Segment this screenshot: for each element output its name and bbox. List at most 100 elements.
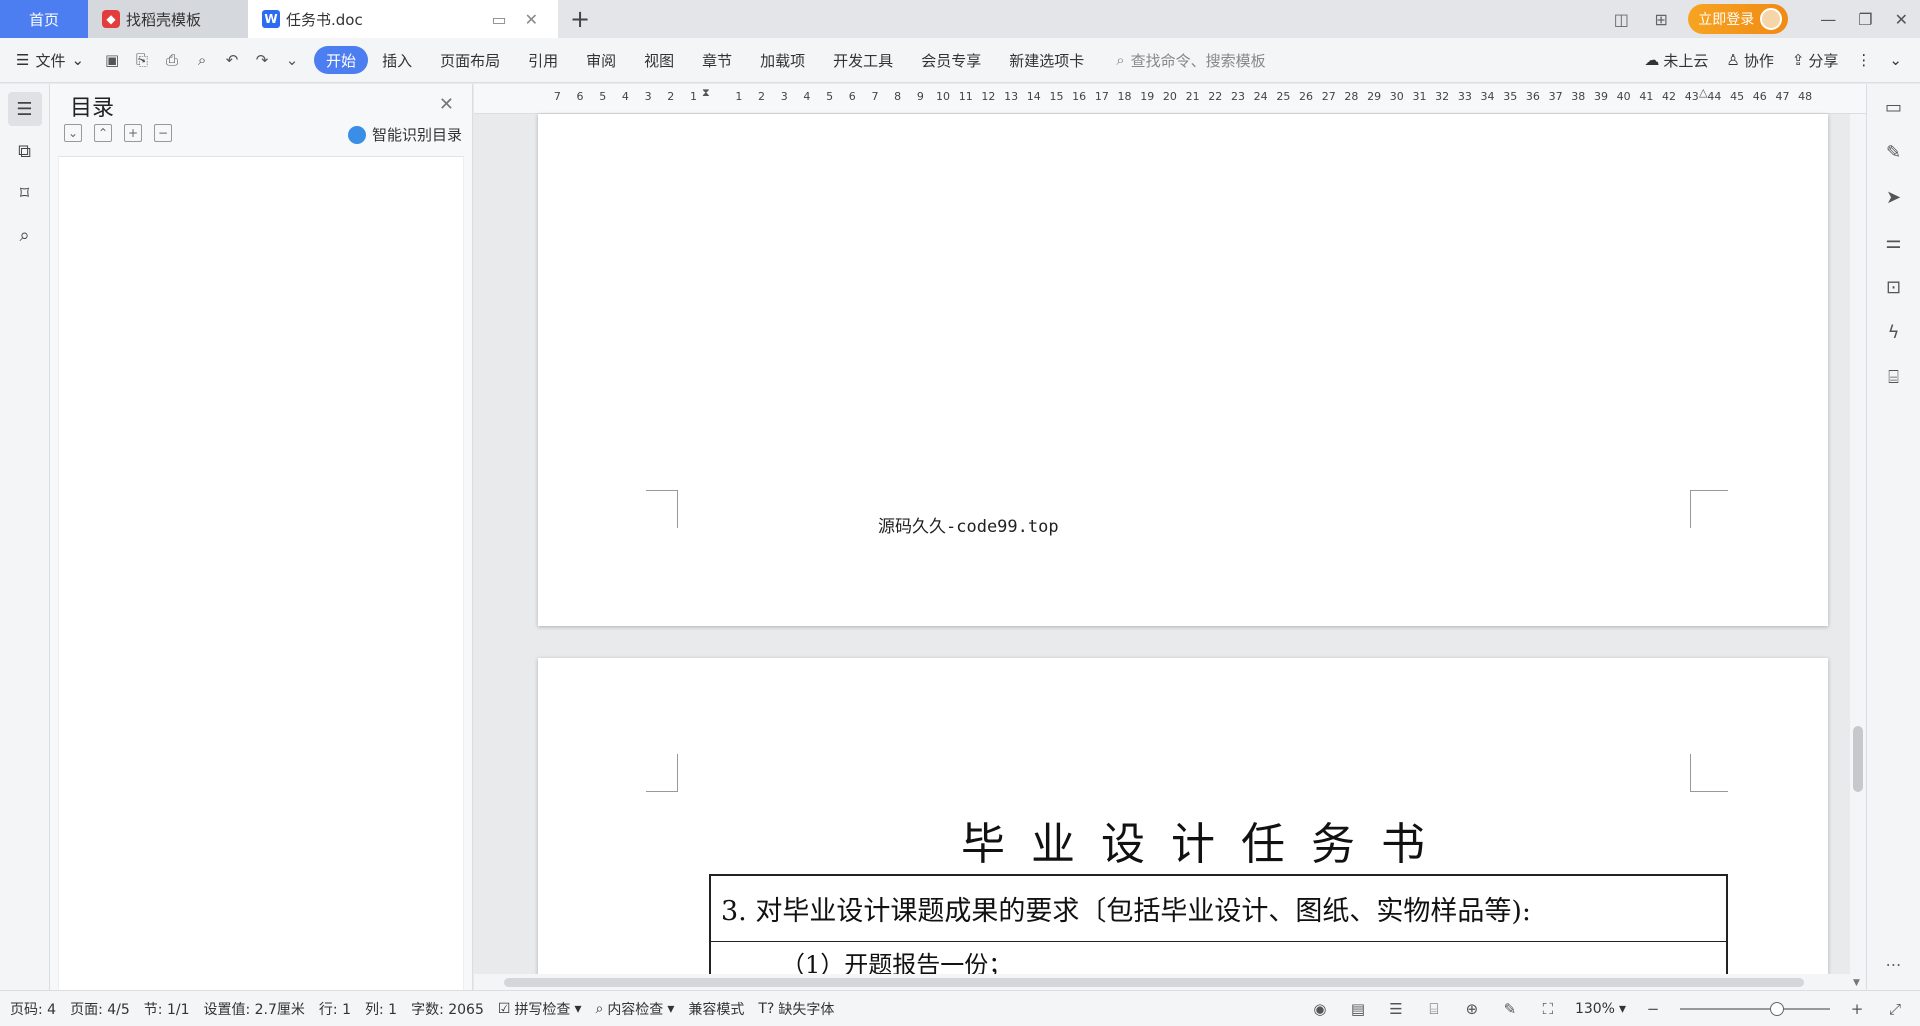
restore-icon[interactable]: ❐	[1858, 10, 1872, 29]
eye-protect-icon[interactable]: ◉	[1309, 998, 1331, 1020]
book-reader-icon[interactable]: ⌸	[1877, 360, 1911, 394]
horizontal-ruler[interactable]: 7 6 5 4 3 2 1 1 2 3 4 5 6 7 8 9 10 11 12 13 14 15 16 17 18 19 20 21…	[474, 84, 1866, 114]
zoom-in-icon[interactable]: +	[1846, 998, 1868, 1020]
login-button[interactable]: 立即登录	[1688, 4, 1789, 34]
select-cursor-icon[interactable]: ➤	[1877, 180, 1911, 214]
missing-font-label: 缺失字体	[778, 1001, 835, 1018]
vertical-scrollbar[interactable]: ▼	[1850, 114, 1866, 990]
undo-icon[interactable]: ↶	[222, 50, 242, 70]
indent-marker[interactable]: ⧗	[702, 86, 714, 112]
collapse-ribbon-icon[interactable]: ⌄	[1889, 51, 1902, 69]
more-icon[interactable]: ⋯	[1867, 955, 1920, 974]
scroll-thumb[interactable]	[504, 978, 1804, 987]
tab-document[interactable]: W 任务书.doc ▭ ✕	[248, 0, 558, 38]
remove-heading-icon[interactable]: −	[154, 124, 172, 142]
outline-view-icon[interactable]: ☰	[1385, 998, 1407, 1020]
spell-check-button[interactable]: ☑ 拼写检查 ▾	[498, 999, 582, 1019]
save-icon[interactable]: ▣	[102, 50, 122, 70]
tab-developer-label: 开发工具	[833, 51, 894, 70]
quick-access: ▣ ⎘ ⎙ ⌕ ↶ ↷ ⌄	[102, 50, 302, 70]
collapse-all-icon[interactable]: ⌃	[94, 124, 112, 142]
redo-icon[interactable]: ↷	[252, 50, 272, 70]
ruler-number: 33	[1457, 90, 1472, 103]
tab-new-tab[interactable]: 新建选项卡	[995, 46, 1098, 74]
tab-review[interactable]: 审阅	[572, 46, 630, 74]
customize-icon[interactable]: ⌄	[282, 50, 302, 70]
new-tab-button[interactable]: +	[558, 0, 602, 38]
bookmark-icon[interactable]: ⌑	[8, 176, 42, 210]
ruler-number: 5	[826, 90, 834, 103]
image-tool-icon[interactable]: ⊡	[1877, 270, 1911, 304]
export-pdf-icon[interactable]: ⎘	[132, 50, 152, 70]
minimize-icon[interactable]: —	[1820, 10, 1836, 29]
command-search[interactable]: ⌕ 查找命令、搜索模板	[1116, 50, 1265, 71]
horizontal-scrollbar[interactable]	[474, 974, 1850, 990]
pen-icon[interactable]: ✎	[1877, 135, 1911, 169]
toc-nav-icon[interactable]: ☰	[7, 92, 42, 126]
content-check-button[interactable]: ⌕ 内容检查 ▾	[595, 999, 674, 1019]
tab-section[interactable]: 章节	[688, 46, 746, 74]
tab-start[interactable]: 开始	[314, 46, 369, 74]
share-button[interactable]: ⇪ 分享	[1792, 50, 1839, 71]
add-heading-icon[interactable]: +	[124, 124, 142, 142]
chevron-down-icon: ▾	[574, 1000, 582, 1017]
print-icon[interactable]: ⎙	[162, 50, 182, 70]
tab-home[interactable]: 首页	[0, 0, 88, 38]
apps-grid-icon[interactable]: ⊞	[1648, 8, 1674, 30]
close-icon[interactable]: ✕	[439, 94, 454, 115]
status-row: 行: 1	[318, 1001, 351, 1018]
zoom-out-icon[interactable]: −	[1642, 998, 1664, 1020]
reading-view-icon[interactable]: ⌸	[1423, 998, 1445, 1020]
search-icon[interactable]: ⌕	[8, 218, 42, 252]
missing-font-button[interactable]: T? 缺失字体	[758, 999, 834, 1019]
writer-icon: W	[262, 10, 280, 28]
status-pages[interactable]: 页面: 4/5	[70, 999, 130, 1019]
zoom-level[interactable]: 130% ▾	[1575, 1001, 1626, 1017]
tab-view[interactable]: 视图	[630, 46, 688, 74]
zoom-slider-knob[interactable]	[1770, 1001, 1784, 1016]
layout-icon[interactable]: ◫	[1608, 8, 1634, 30]
chapter-nav-icon[interactable]: ⧉	[8, 134, 42, 168]
ruler-number: 31	[1412, 90, 1427, 103]
more-menu-icon[interactable]: ⋮	[1856, 51, 1871, 69]
avatar	[1760, 8, 1783, 30]
lightning-icon[interactable]: ϟ	[1877, 315, 1911, 349]
tab-addins[interactable]: 加载项	[746, 46, 819, 74]
cloud-status-button[interactable]: ☁ 未上云	[1644, 50, 1708, 71]
panel-toggle-icon[interactable]: ▭	[1877, 90, 1911, 124]
collaborate-button[interactable]: ♙ 协作	[1726, 50, 1773, 71]
tab-member[interactable]: 会员专享	[907, 46, 995, 74]
print-preview-icon[interactable]: ⌕	[192, 50, 212, 70]
ruler-number: 46	[1752, 90, 1767, 103]
close-tab-icon[interactable]: ✕	[519, 10, 544, 29]
tab-page-layout[interactable]: 页面布局	[426, 46, 514, 74]
scroll-thumb[interactable]	[1853, 726, 1863, 792]
search-icon: ⌕	[1116, 51, 1125, 69]
smart-toc-button[interactable]: 智能识别目录	[347, 124, 462, 145]
compat-mode-label[interactable]: 兼容模式	[688, 999, 744, 1019]
expand-all-icon[interactable]: ⌄	[64, 124, 82, 142]
tab-insert[interactable]: 插入	[368, 46, 426, 74]
tab-references[interactable]: 引用	[514, 46, 572, 74]
settings-sliders-icon[interactable]: ⚌	[1877, 225, 1911, 259]
page-view-icon[interactable]: ▤	[1347, 998, 1369, 1020]
scroll-down-icon[interactable]: ▼	[1853, 978, 1860, 988]
close-window-icon[interactable]: ✕	[1895, 10, 1908, 29]
write-mode-icon[interactable]: ✎	[1499, 998, 1521, 1020]
tab-developer[interactable]: 开发工具	[819, 46, 907, 74]
tab-home-label: 首页	[28, 10, 59, 29]
fullscreen-icon[interactable]: ⤢	[1884, 998, 1906, 1020]
web-view-icon[interactable]: ⊕	[1461, 998, 1483, 1020]
fit-page-icon[interactable]: ⛶	[1537, 998, 1559, 1020]
ruler-number: 3	[780, 90, 788, 103]
tab-docer-templates[interactable]: ◆ 找稻壳模板	[88, 0, 248, 38]
crop-mark	[646, 490, 678, 528]
file-menu[interactable]: ☰ 文件 ⌄	[16, 50, 84, 71]
ruler-number: 14	[1026, 90, 1041, 103]
status-word-count[interactable]: 字数: 2065	[411, 999, 484, 1019]
right-indent-marker[interactable]: △	[1699, 86, 1711, 112]
zoom-slider[interactable]	[1680, 1001, 1830, 1016]
float-window-icon[interactable]: ▭	[485, 10, 512, 29]
ruler-number: 9	[916, 90, 924, 103]
ruler-number: 38	[1571, 90, 1586, 103]
